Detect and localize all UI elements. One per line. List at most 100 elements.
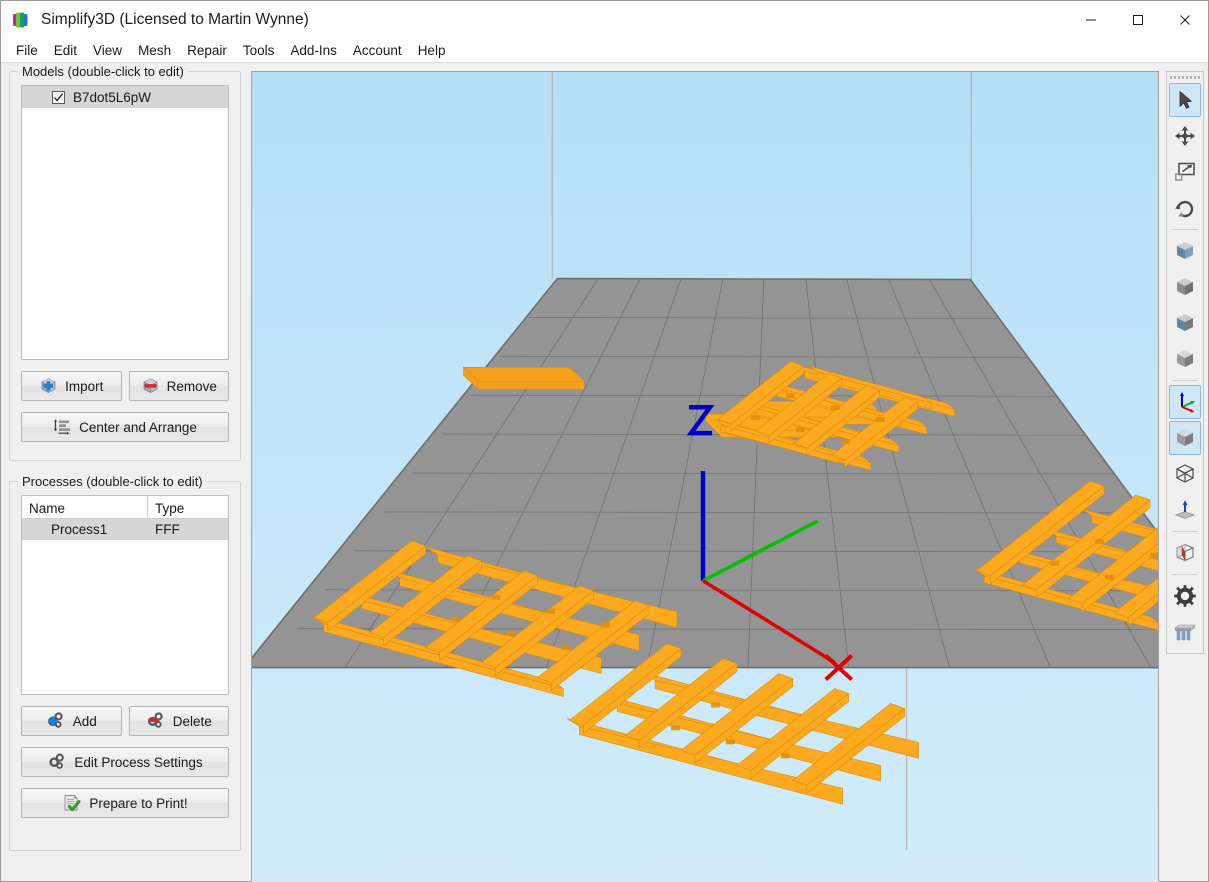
axes-origin-icon <box>1180 392 1195 413</box>
view-solid-button[interactable] <box>1169 421 1201 455</box>
delete-button-label: Delete <box>172 713 212 729</box>
menu-item-view[interactable]: View <box>85 41 130 60</box>
simplify3d-logo-icon <box>13 12 28 28</box>
cross-section-icon <box>1175 543 1195 562</box>
menu-item-add-ins[interactable]: Add-Ins <box>282 41 345 60</box>
view-back-button[interactable] <box>1169 270 1201 304</box>
title-bar: Simplify3D (Licensed to Martin Wynne) <box>1 1 1208 39</box>
view-front-button[interactable] <box>1169 234 1201 268</box>
toolbar-separator <box>1172 380 1198 381</box>
settings-button[interactable] <box>1169 579 1201 613</box>
gears-icon <box>49 753 65 769</box>
toolbar-drag-handle[interactable] <box>1167 72 1203 82</box>
view-front-icon <box>1177 242 1193 259</box>
window-controls <box>1067 1 1208 39</box>
view-solid-icon <box>1177 429 1193 446</box>
view-right-button[interactable] <box>1169 342 1201 376</box>
model-name-label: B7dot5L6pW <box>73 89 152 105</box>
menu-item-tools[interactable]: Tools <box>235 41 283 60</box>
import-button[interactable]: Import <box>21 371 122 401</box>
column-header-name: Name <box>22 496 148 518</box>
view-right-icon <box>1177 350 1193 367</box>
settings-gear-icon <box>1174 585 1196 607</box>
center-and-arrange-label: Center and Arrange <box>79 419 197 435</box>
view-wireframe-button[interactable] <box>1169 457 1201 491</box>
table-header-row: Name Type <box>22 496 228 519</box>
processes-button-row: Add Delete <box>21 706 229 736</box>
edit-process-settings-button[interactable]: Edit Process Settings <box>21 747 229 777</box>
prepare-to-print-label: Prepare to Print! <box>89 795 188 811</box>
import-cube-plus-icon <box>41 378 56 394</box>
minimize-icon <box>1085 19 1096 21</box>
menu-item-repair[interactable]: Repair <box>179 41 235 60</box>
processes-group: Processes (double-click to edit) Name Ty… <box>9 474 241 851</box>
toolbar-separator <box>1172 574 1198 575</box>
maximize-button[interactable] <box>1114 1 1161 39</box>
models-group-title: Models (double-click to edit) <box>18 64 188 79</box>
checkmark-icon <box>54 92 64 102</box>
select-arrow-icon <box>1179 91 1192 109</box>
left-panel: Models (double-click to edit) B7dot5L6pW <box>1 63 249 851</box>
list-item[interactable]: B7dot5L6pW <box>22 86 228 108</box>
edit-process-settings-label: Edit Process Settings <box>74 754 203 770</box>
build-plate-icon <box>1174 500 1196 519</box>
window-title: Simplify3D (Licensed to Martin Wynne) <box>41 11 309 28</box>
processes-table[interactable]: Name Type Process1 FFF <box>21 495 229 695</box>
import-button-label: Import <box>65 378 104 394</box>
3d-viewport[interactable] <box>251 71 1159 882</box>
toolbar-separator <box>1172 229 1198 230</box>
menu-item-file[interactable]: File <box>8 41 46 60</box>
models-button-row: Import Remove <box>21 371 229 401</box>
close-button[interactable] <box>1161 1 1208 39</box>
move-icon <box>1175 126 1195 146</box>
model-checkbox[interactable] <box>52 90 65 104</box>
toolbar-separator <box>1172 531 1198 532</box>
prepare-to-print-button[interactable]: Prepare to Print! <box>21 788 229 818</box>
processes-group-title: Processes (double-click to edit) <box>18 474 207 489</box>
center-and-arrange-button[interactable]: Center and Arrange <box>21 412 229 442</box>
tool-rotate-button[interactable] <box>1169 191 1201 225</box>
menu-item-help[interactable]: Help <box>410 41 454 60</box>
build-plate-button[interactable] <box>1169 493 1201 527</box>
supports-button[interactable] <box>1169 615 1201 649</box>
show-axes-button[interactable] <box>1169 385 1201 419</box>
menu-item-account[interactable]: Account <box>345 41 410 60</box>
rotate-icon <box>1175 200 1194 218</box>
3d-scene <box>252 72 1158 882</box>
supports-icon <box>1174 624 1196 641</box>
close-icon <box>1179 15 1190 25</box>
simplify3d-window: Simplify3D (Licensed to Martin Wynne) Fi… <box>0 0 1209 882</box>
view-back-icon <box>1177 278 1193 295</box>
scale-icon <box>1175 162 1195 181</box>
column-header-type: Type <box>155 500 185 516</box>
menu-bar: File Edit View Mesh Repair Tools Add-Ins… <box>1 39 1208 63</box>
minimize-button[interactable] <box>1067 1 1114 39</box>
cross-section-button[interactable] <box>1169 536 1201 570</box>
add-process-button[interactable]: Add <box>21 706 122 736</box>
maximize-icon <box>1132 15 1143 25</box>
gears-plus-icon <box>47 712 63 728</box>
gears-minus-icon <box>147 712 163 728</box>
remove-cube-minus-icon <box>142 378 158 394</box>
view-wireframe-icon <box>1175 464 1195 483</box>
prepare-print-check-icon <box>64 794 81 812</box>
delete-process-button[interactable]: Delete <box>128 706 229 736</box>
tool-select-button[interactable] <box>1169 83 1201 117</box>
main-body: Models (double-click to edit) B7dot5L6pW <box>1 63 1208 882</box>
process-type-cell: FFF <box>155 522 180 537</box>
remove-button[interactable]: Remove <box>128 371 229 401</box>
table-row[interactable]: Process1 FFF <box>22 519 228 540</box>
view-left-button[interactable] <box>1169 306 1201 340</box>
view-left-icon <box>1177 314 1193 331</box>
center-arrange-icon <box>53 419 71 435</box>
menu-item-edit[interactable]: Edit <box>46 41 85 60</box>
tool-scale-button[interactable] <box>1169 155 1201 189</box>
models-group: Models (double-click to edit) B7dot5L6pW <box>9 64 241 461</box>
remove-button-label: Remove <box>166 378 217 394</box>
tool-move-button[interactable] <box>1169 119 1201 153</box>
menu-item-mesh[interactable]: Mesh <box>130 41 179 60</box>
add-button-label: Add <box>72 713 97 729</box>
view-toolbar <box>1166 71 1204 654</box>
process-name-cell: Process1 <box>51 522 108 537</box>
models-listbox[interactable]: B7dot5L6pW <box>21 85 229 360</box>
